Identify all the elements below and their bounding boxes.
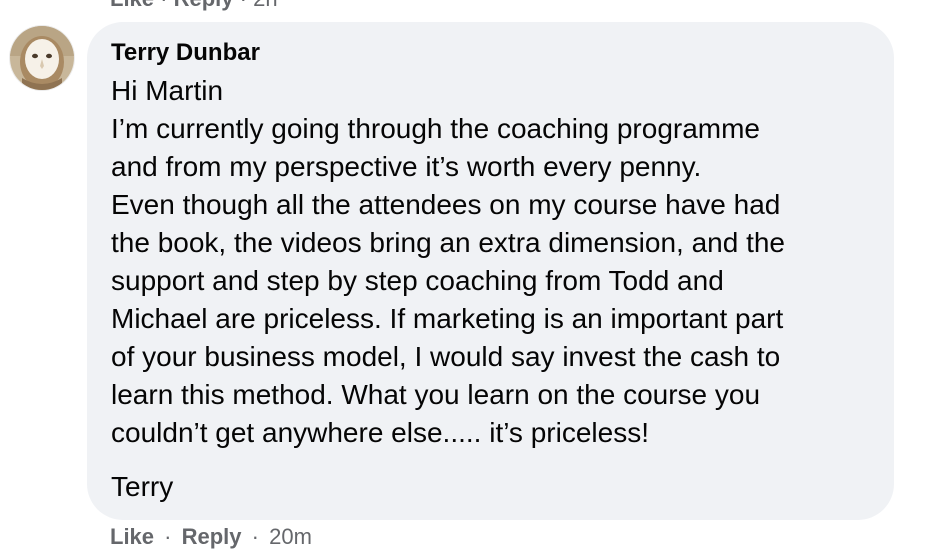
comment-line: Michael are priceless. If marketing is a… (111, 303, 784, 334)
previous-comment-actions: Like · Reply · 2h (110, 0, 278, 12)
comment-line: Even though all the attendees on my cour… (111, 189, 781, 220)
comment-author[interactable]: Terry Dunbar (111, 38, 870, 68)
comment-timestamp[interactable]: 20m (269, 524, 312, 549)
avatar[interactable] (10, 26, 74, 90)
separator-dot: · (164, 524, 172, 549)
comment-body: Hi Martin I’m currently going through th… (111, 72, 870, 452)
comment-line: and from my perspective it’s worth every… (111, 151, 702, 182)
previous-reply-button[interactable]: Reply (174, 0, 234, 11)
barn-owl-avatar-icon (10, 26, 74, 90)
like-button[interactable]: Like (110, 524, 154, 549)
comment-line: Hi Martin (111, 75, 224, 106)
comment-line: of your business model, I would say inve… (111, 341, 781, 372)
comment-line: couldn’t get anywhere else..... it’s pri… (111, 417, 649, 448)
comment-line: I’m currently going through the coaching… (111, 113, 761, 144)
separator-dot: · (251, 524, 259, 549)
previous-like-button[interactable]: Like (110, 0, 154, 11)
separator-dot: · (240, 0, 247, 11)
comment-bubble: Terry Dunbar Hi Martin I’m currently goi… (87, 22, 894, 520)
comment-line: the book, the videos bring an extra dime… (111, 227, 785, 258)
comment-line: support and step by step coaching from T… (111, 265, 724, 296)
comment-line: learn this method. What you learn on the… (111, 379, 761, 410)
reply-button[interactable]: Reply (182, 524, 242, 549)
comment-signoff: Terry (111, 471, 174, 502)
comment-actions: Like · Reply · 20m (110, 522, 312, 552)
previous-timestamp[interactable]: 2h (253, 0, 277, 11)
separator-dot: · (160, 0, 167, 11)
